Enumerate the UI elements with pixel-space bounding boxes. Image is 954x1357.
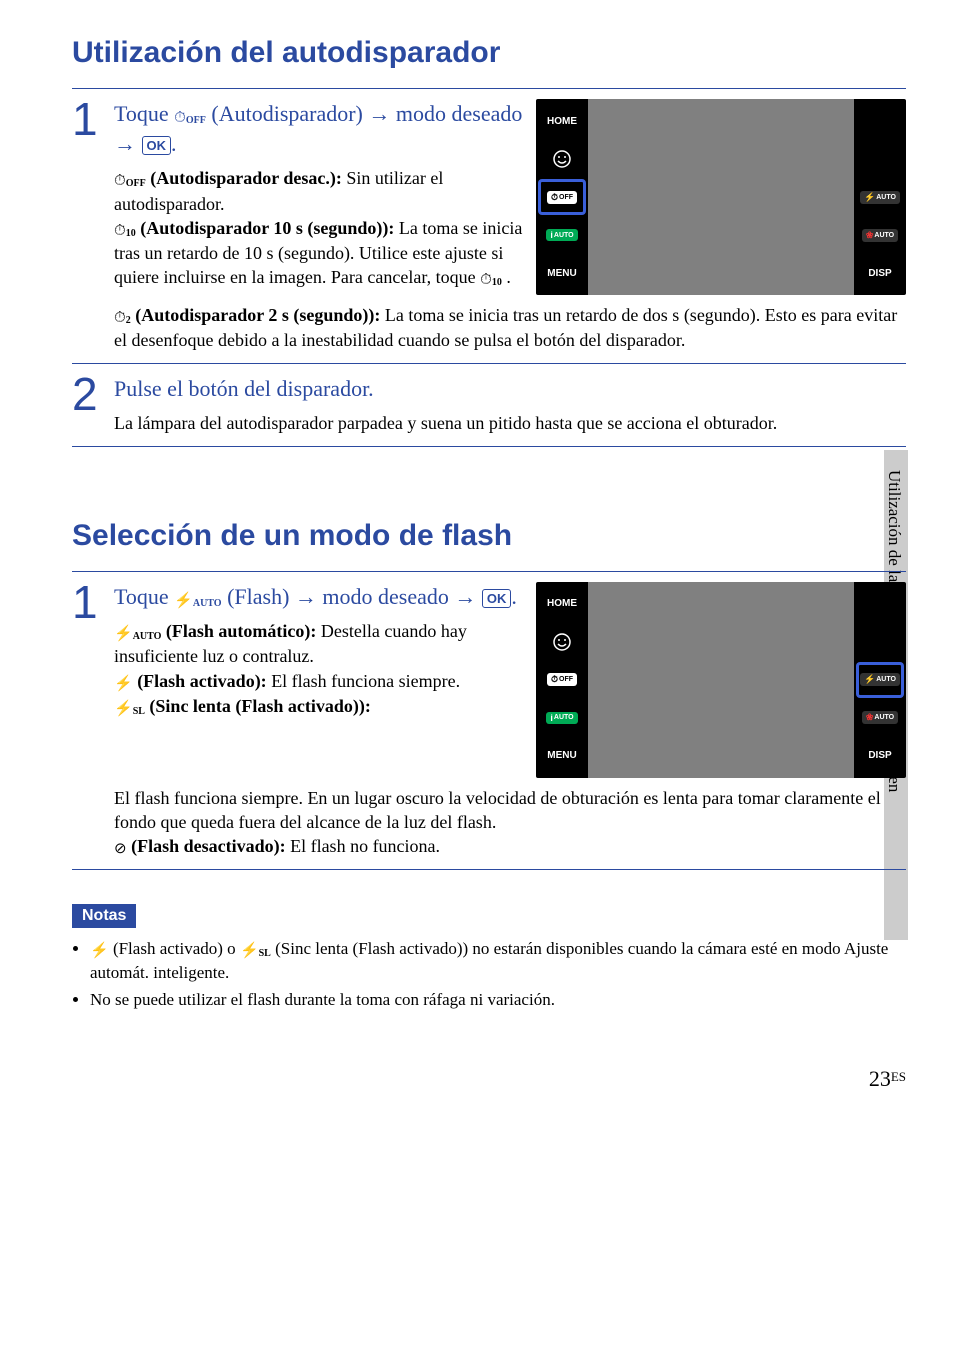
cam-timer-button[interactable]: ⏱OFF <box>538 179 586 215</box>
flash-auto-icon: ⚡ <box>174 592 193 609</box>
camera-live-view <box>588 582 854 778</box>
step-1: 1 Toque ⏱OFF (Autodisparador) → modo des… <box>72 95 906 363</box>
cam-disp-button[interactable]: DISP <box>856 255 904 291</box>
flash-auto-icon: ⚡ <box>114 625 133 642</box>
cam-menu-button[interactable]: MENU <box>538 738 586 774</box>
camera-screen-illustration: HOME ⏱OFF iAUTO MENU ⚡AUTO ❀AUTO DISP <box>536 582 906 778</box>
iauto-chip: iAUTO <box>546 229 577 241</box>
divider <box>72 869 906 870</box>
cam-blank <box>856 141 904 177</box>
step-options-continued: El flash funciona siempre. En un lugar o… <box>114 786 906 860</box>
cam-disp-button[interactable]: DISP <box>856 738 904 774</box>
cam-home-button[interactable]: HOME <box>538 103 586 139</box>
flash-sl-icon: ⚡ <box>240 942 259 959</box>
macro-auto-chip: ❀AUTO <box>862 711 898 724</box>
camera-screen-illustration: HOME ⏱OFF iAUTO MENU ⚡AUTO ❀AUTO DISP <box>536 99 906 295</box>
arrow-icon: → <box>295 584 317 609</box>
step-options-continued: ⏱2 (Autodisparador 2 s (segundo)): La to… <box>114 303 906 353</box>
arrow-icon: → <box>454 584 476 609</box>
timer-10-icon: ⏱ <box>114 222 126 239</box>
step-number: 2 <box>72 374 114 415</box>
step-2: 2 Pulse el botón del disparador. La lámp… <box>72 370 906 446</box>
flash-on-icon: ⚡ <box>114 675 133 692</box>
timer-off-icon: ⏱ <box>174 109 186 126</box>
flash-auto-chip: ⚡AUTO <box>860 673 900 686</box>
face-icon <box>552 149 572 169</box>
divider <box>72 446 906 447</box>
notes-label: Notas <box>72 904 136 928</box>
ok-button-glyph: OK <box>482 589 512 609</box>
divider <box>72 363 906 364</box>
cam-blank <box>856 624 904 660</box>
cam-smile-button[interactable] <box>538 141 586 177</box>
timer-off-icon: ⏱ <box>114 172 126 189</box>
cam-home-button[interactable]: HOME <box>538 586 586 622</box>
cam-blank <box>856 586 904 622</box>
cam-macro-button[interactable]: ❀AUTO <box>856 700 904 736</box>
flash-auto-chip: ⚡AUTO <box>860 191 900 204</box>
cam-macro-button[interactable]: ❀AUTO <box>856 217 904 253</box>
cam-flash-button[interactable]: ⚡AUTO <box>856 662 904 698</box>
step-options: ⏱OFF (Autodisparador desac.): Sin utiliz… <box>114 166 526 290</box>
timer-off-chip: ⏱OFF <box>547 191 577 204</box>
cam-timer-button[interactable]: ⏱OFF <box>538 662 586 698</box>
cam-iauto-button[interactable]: iAUTO <box>538 700 586 736</box>
timer-off-chip: ⏱OFF <box>547 673 577 686</box>
flash-on-icon: ⚡ <box>90 942 109 959</box>
step-title: Pulse el botón del disparador. <box>114 374 906 404</box>
iauto-chip: iAUTO <box>546 712 577 724</box>
divider <box>72 88 906 89</box>
ok-button-glyph: OK <box>142 136 172 156</box>
step-options: ⚡AUTO (Flash automático): Destella cuand… <box>114 619 526 719</box>
notes-list: ⚡ (Flash activado) o ⚡SL (Sinc lenta (Fl… <box>72 938 906 1011</box>
timer-2-icon: ⏱ <box>114 309 126 326</box>
cam-blank <box>856 103 904 139</box>
section-title-1: Utilización del autodisparador <box>72 36 906 70</box>
macro-auto-chip: ❀AUTO <box>862 229 898 242</box>
arrow-icon: → <box>368 101 390 126</box>
step-body-text: La lámpara del autodisparador parpadea y… <box>114 411 906 435</box>
flash-sl-icon: ⚡ <box>114 700 133 717</box>
cam-flash-button[interactable]: ⚡AUTO <box>856 179 904 215</box>
flash-off-icon: ⊘ <box>114 840 127 857</box>
camera-live-view <box>588 99 854 295</box>
note-item: ⚡ (Flash activado) o ⚡SL (Sinc lenta (Fl… <box>90 938 906 984</box>
step-title: Toque ⚡AUTO (Flash) → modo deseado → OK. <box>114 582 526 612</box>
cam-smile-button[interactable] <box>538 624 586 660</box>
step-number: 1 <box>72 99 114 140</box>
face-icon <box>552 632 572 652</box>
cam-iauto-button[interactable]: iAUTO <box>538 217 586 253</box>
divider <box>72 571 906 572</box>
arrow-icon: → <box>114 131 136 156</box>
page-number: 23ES <box>869 1066 906 1092</box>
timer-10-icon: ⏱ <box>480 271 492 288</box>
note-item: No se puede utilizar el flash durante la… <box>90 989 906 1012</box>
cam-menu-button[interactable]: MENU <box>538 255 586 291</box>
step-number: 1 <box>72 582 114 623</box>
step-1-flash: 1 Toque ⚡AUTO (Flash) → modo deseado → O… <box>72 578 906 870</box>
step-title: Toque ⏱OFF (Autodisparador) → modo desea… <box>114 99 526 158</box>
section-title-2: Selección de un modo de flash <box>72 519 906 553</box>
